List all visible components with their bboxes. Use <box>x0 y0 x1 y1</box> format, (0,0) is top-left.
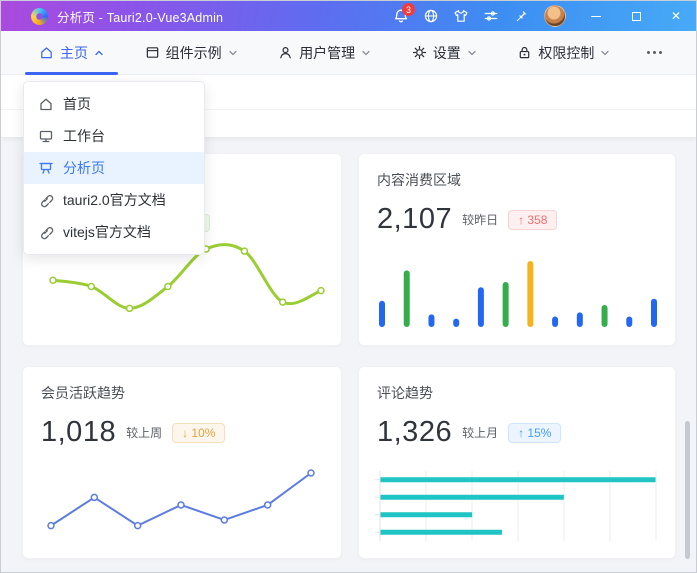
minimize-button[interactable] <box>576 1 616 31</box>
chevron-down-icon <box>361 48 371 58</box>
menu-item-index[interactable]: 首页 <box>24 88 204 120</box>
nav-item-label: 组件示例 <box>165 44 222 61</box>
menu-item-label: vitejs官方文档 <box>63 224 151 240</box>
nav-item-label: 设置 <box>432 44 461 61</box>
nav-item-label: 用户管理 <box>299 44 356 61</box>
minimize-icon <box>591 15 601 17</box>
chevron-down-icon <box>467 48 477 58</box>
stat-value: 2,107 <box>377 203 453 235</box>
card-content-consumption: 内容消费区域 2,107 较昨日 ↑ 358 <box>358 153 676 346</box>
nav-item-home[interactable]: 主页 <box>25 31 118 75</box>
tshirt-icon <box>454 10 468 22</box>
titlebar: 分析页 - Tauri2.0-Vue3Admin 3 ✕ <box>1 1 696 31</box>
stat-compare-label: 较上周 <box>126 426 163 440</box>
home-icon <box>40 98 52 111</box>
menu-item-tauri-docs[interactable]: tauri2.0官方文档 <box>24 184 204 216</box>
monitor-icon <box>39 130 53 143</box>
menu-item-label: 分析页 <box>63 160 105 176</box>
home-dropdown-menu: 首页 工作台 分析页 tauri2.0官方文档 vitejs官方文档 <box>23 81 205 255</box>
content-consumption-chart <box>376 259 660 332</box>
nav-item-users[interactable]: 用户管理 <box>264 31 385 74</box>
visit-trend-chart <box>47 243 327 336</box>
main-navbar: 主页 组件示例 用户管理 设置 权限控制 <box>1 31 696 75</box>
comment-trend-chart <box>375 471 657 546</box>
close-icon: ✕ <box>670 9 682 23</box>
settings-tune-button[interactable] <box>476 1 506 31</box>
theme-button[interactable] <box>446 1 476 31</box>
stat-change-badge: ↓ 10% <box>172 422 226 443</box>
gear-icon <box>412 45 426 60</box>
close-button[interactable]: ✕ <box>656 1 696 31</box>
chevron-up-icon <box>94 48 104 58</box>
stat-value: 1,018 <box>41 416 117 448</box>
globe-icon <box>424 9 438 23</box>
menu-item-analysis[interactable]: 分析页 <box>24 152 204 184</box>
nav-item-components[interactable]: 组件示例 <box>131 31 252 74</box>
member-activity-chart <box>45 467 317 546</box>
link-icon <box>41 195 54 208</box>
card-member-activity: 会员活跃趋势 1,018 较上周 ↓ 10% <box>22 366 342 559</box>
menu-item-workbench[interactable]: 工作台 <box>24 120 204 152</box>
stat-change-badge: ↑ 15% <box>508 422 562 443</box>
window-box-icon <box>146 47 158 58</box>
nav-item-label: 权限控制 <box>538 44 595 61</box>
maximize-button[interactable] <box>616 1 656 31</box>
chevron-down-icon <box>228 48 238 58</box>
notifications-button[interactable]: 3 <box>386 1 416 31</box>
stat-change-badge: ↑ 358 <box>508 209 558 230</box>
window-title: 分析页 - Tauri2.0-Vue3Admin <box>57 10 224 25</box>
card-title: 内容消费区域 <box>377 172 461 188</box>
stat-value: 1,326 <box>377 416 453 448</box>
maximize-icon <box>631 11 641 21</box>
app-window: 分析页 - Tauri2.0-Vue3Admin 3 ✕ 主页 组件示例 用户管… <box>0 0 697 573</box>
pin-window-button[interactable] <box>506 1 536 31</box>
data-board-icon <box>39 162 53 174</box>
link-icon <box>41 227 54 240</box>
nav-item-label: 主页 <box>60 44 88 61</box>
home-icon <box>41 47 52 59</box>
language-button[interactable] <box>416 1 446 31</box>
menu-item-vitejs-docs[interactable]: vitejs官方文档 <box>24 216 204 248</box>
scrollbar-thumb[interactable] <box>685 421 690 559</box>
pin-icon <box>516 10 527 22</box>
active-nav-underline <box>25 72 118 75</box>
notification-badge: 3 <box>402 3 415 16</box>
stat-compare-label: 较上月 <box>462 426 499 440</box>
tune-sliders-icon <box>484 11 498 21</box>
menu-item-label: 首页 <box>63 96 91 112</box>
titlebar-actions: 3 ✕ <box>386 1 696 31</box>
nav-item-permissions[interactable]: 权限控制 <box>503 31 624 74</box>
card-title: 评论趋势 <box>377 385 433 401</box>
menu-item-label: 工作台 <box>63 128 105 144</box>
app-logo-icon <box>31 7 48 25</box>
ellipsis-icon <box>646 51 650 54</box>
user-icon <box>280 47 291 59</box>
menu-item-label: tauri2.0官方文档 <box>63 192 166 208</box>
lock-icon <box>520 46 530 59</box>
card-comment-trend: 评论趋势 1,326 较上月 ↑ 15% <box>358 366 676 559</box>
nav-more-button[interactable] <box>637 31 672 74</box>
chevron-down-icon <box>600 48 610 58</box>
stat-compare-label: 较昨日 <box>462 213 499 227</box>
card-title: 会员活跃趋势 <box>41 385 125 401</box>
nav-item-settings[interactable]: 设置 <box>398 31 491 74</box>
user-avatar[interactable] <box>544 5 566 27</box>
